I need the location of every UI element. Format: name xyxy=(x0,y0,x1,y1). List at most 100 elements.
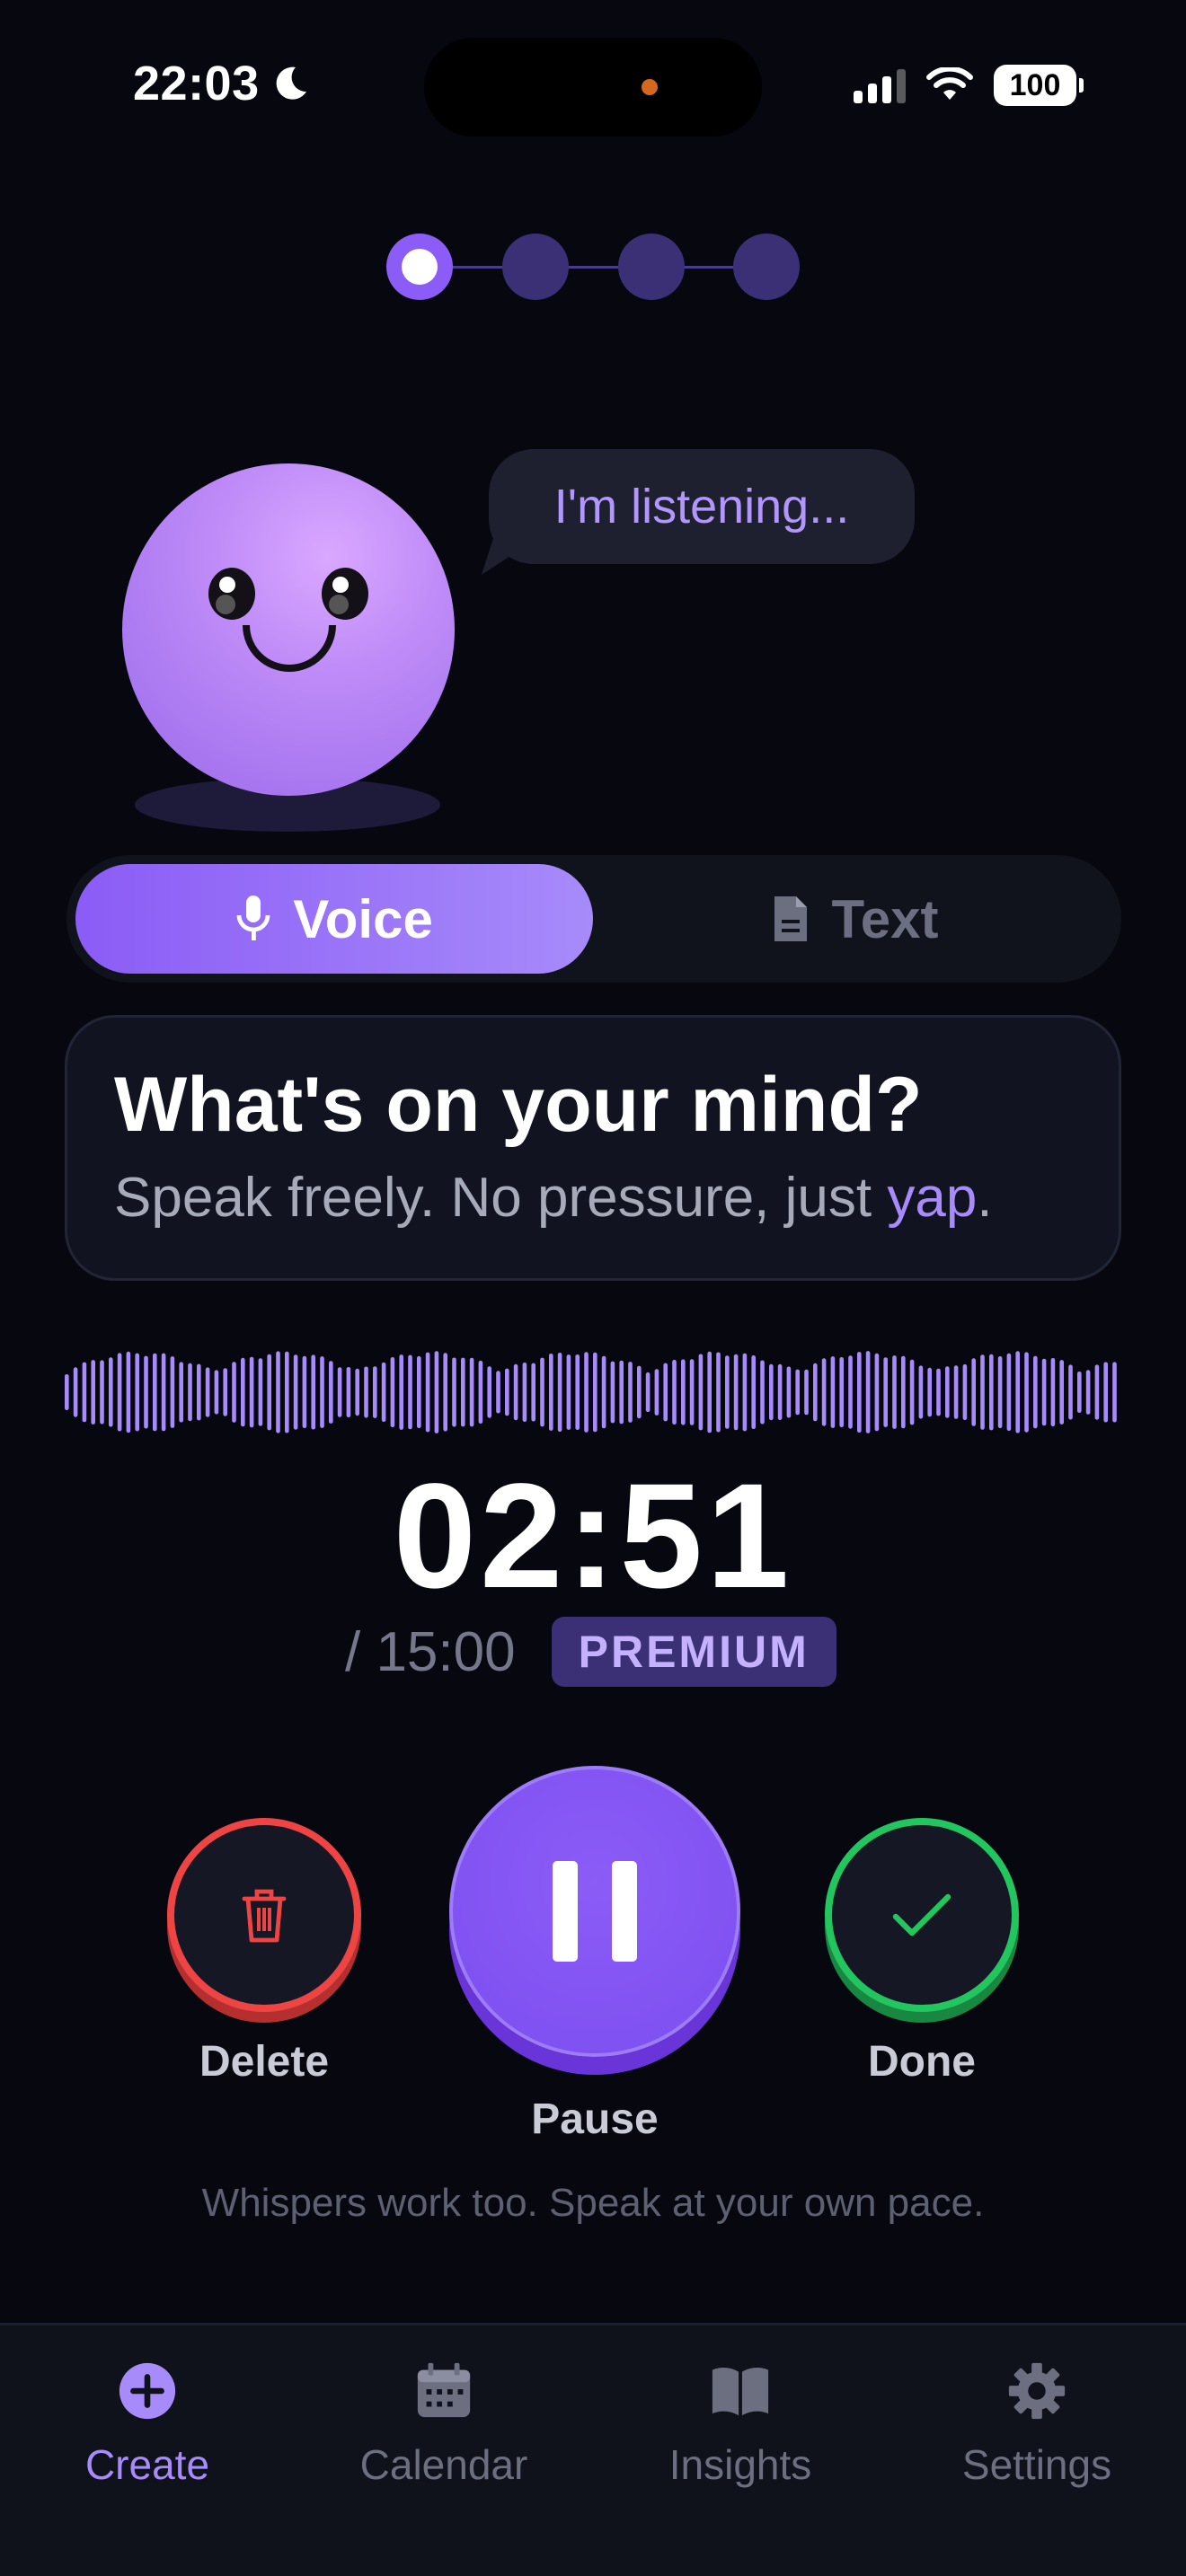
tab-calendar-label: Calendar xyxy=(359,2441,528,2488)
waveform-bar xyxy=(804,1369,809,1416)
calendar-icon xyxy=(417,2362,471,2418)
dynamic-island xyxy=(424,38,762,137)
tab-create-label: Create xyxy=(84,2441,210,2488)
waveform-bar xyxy=(320,1356,324,1428)
waveform-bar xyxy=(1077,1372,1082,1413)
waveform-bar xyxy=(1024,1352,1029,1433)
waveform-bar xyxy=(857,1352,862,1433)
plus-circle-icon xyxy=(119,2362,176,2420)
waveform-bar xyxy=(989,1354,994,1431)
waveform-bar xyxy=(584,1352,589,1433)
waveform-bar xyxy=(698,1354,704,1431)
delete-button[interactable] xyxy=(167,1818,361,2012)
pause-label: Pause xyxy=(531,2095,659,2143)
waveform-bar xyxy=(117,1353,122,1432)
waveform-bar xyxy=(434,1351,439,1434)
waveform-bar xyxy=(689,1359,695,1425)
waveform-bar xyxy=(725,1355,730,1429)
waveform-bar xyxy=(135,1353,139,1432)
waveform-bar xyxy=(540,1357,544,1427)
waveform-bar xyxy=(1068,1364,1073,1420)
prompt-subtitle-suffix: . xyxy=(977,1167,993,1229)
waveform-bar xyxy=(311,1354,315,1430)
tab-create[interactable]: Create xyxy=(13,2360,282,2489)
input-mode-toggle: Voice Text xyxy=(66,855,1121,983)
waveform-bar xyxy=(733,1354,739,1431)
mascot-character xyxy=(122,463,455,796)
tab-insights[interactable]: Insights xyxy=(606,2360,875,2489)
status-time: 22:03 xyxy=(133,56,312,111)
waveform-bar xyxy=(953,1365,959,1419)
voice-mode-label: Voice xyxy=(293,888,433,949)
stepper-line xyxy=(440,266,746,269)
waveform-bar xyxy=(197,1363,201,1421)
waveform-bar xyxy=(865,1351,871,1434)
waveform-bar xyxy=(742,1353,748,1432)
waveform-bar xyxy=(126,1351,131,1434)
waveform-bar xyxy=(610,1361,615,1424)
waveform-bar xyxy=(997,1356,1003,1429)
waveform-bar xyxy=(408,1354,412,1430)
waveform-bar xyxy=(205,1367,210,1417)
waveform-bar xyxy=(637,1365,642,1419)
prompt-subtitle-highlight: yap xyxy=(887,1167,978,1229)
waveform-bar xyxy=(1103,1362,1108,1423)
waveform-bar xyxy=(681,1359,686,1425)
waveform-bar xyxy=(249,1356,254,1428)
tab-settings[interactable]: Settings xyxy=(902,2360,1172,2489)
waveform-bar xyxy=(329,1361,333,1424)
tab-calendar[interactable]: Calendar xyxy=(309,2360,579,2489)
tab-settings-label: Settings xyxy=(961,2441,1112,2488)
speech-bubble: I'm listening... xyxy=(489,449,915,564)
waveform-bar xyxy=(285,1351,289,1434)
waveform-bar xyxy=(557,1353,562,1433)
waveform-bar xyxy=(645,1372,651,1413)
waveform-bar xyxy=(505,1368,509,1416)
waveform-bar xyxy=(848,1355,853,1429)
waveform-bar xyxy=(355,1368,359,1416)
waveform-bar xyxy=(1041,1358,1047,1426)
step-1-active xyxy=(386,234,453,300)
waveform-bar xyxy=(760,1360,765,1425)
recording-limit: / 15:00 xyxy=(345,1620,516,1683)
status-indicators: 100 xyxy=(854,65,1084,106)
elapsed-timer: 02:51 xyxy=(393,1453,793,1619)
battery-level: 100 xyxy=(1009,67,1061,102)
waveform-bar xyxy=(346,1367,351,1418)
battery-icon: 100 xyxy=(994,65,1084,106)
waveform-bar xyxy=(549,1354,553,1431)
waveform-bar xyxy=(971,1358,976,1426)
moon-icon xyxy=(276,66,306,100)
waveform-bar xyxy=(716,1352,721,1433)
voice-mode-button[interactable]: Voice xyxy=(75,864,593,974)
waveform-bar xyxy=(91,1360,95,1425)
waveform-bar xyxy=(945,1366,950,1418)
waveform-bar xyxy=(883,1357,888,1427)
microphone-icon xyxy=(236,895,270,940)
camera-indicator-dot xyxy=(642,79,658,95)
done-label: Done xyxy=(868,2038,976,2086)
waveform-bar xyxy=(707,1351,712,1434)
waveform-bar xyxy=(769,1363,774,1421)
waveform-bar xyxy=(909,1359,915,1425)
text-mode-button[interactable]: Text xyxy=(597,864,1112,974)
waveform-bar xyxy=(469,1357,474,1427)
waveform-bar xyxy=(1006,1353,1012,1432)
waveform-bar xyxy=(795,1369,800,1416)
cellular-signal-icon xyxy=(854,67,906,103)
waveform-bar xyxy=(302,1355,307,1429)
mascot-smile xyxy=(243,625,336,672)
waveform-bar xyxy=(593,1352,597,1433)
waveform-bar xyxy=(628,1362,633,1423)
step-2 xyxy=(502,234,569,300)
waveform-bar xyxy=(522,1363,527,1422)
waveform-bar xyxy=(443,1353,447,1432)
waveform-bar xyxy=(874,1353,880,1432)
waveform-bar xyxy=(830,1356,836,1428)
waveform-bar xyxy=(390,1357,395,1428)
done-button[interactable] xyxy=(825,1818,1019,2012)
waveform-bar xyxy=(179,1362,183,1423)
waveform-bar xyxy=(276,1351,280,1434)
pause-button[interactable] xyxy=(449,1766,740,2057)
waveform-bar xyxy=(566,1354,571,1430)
